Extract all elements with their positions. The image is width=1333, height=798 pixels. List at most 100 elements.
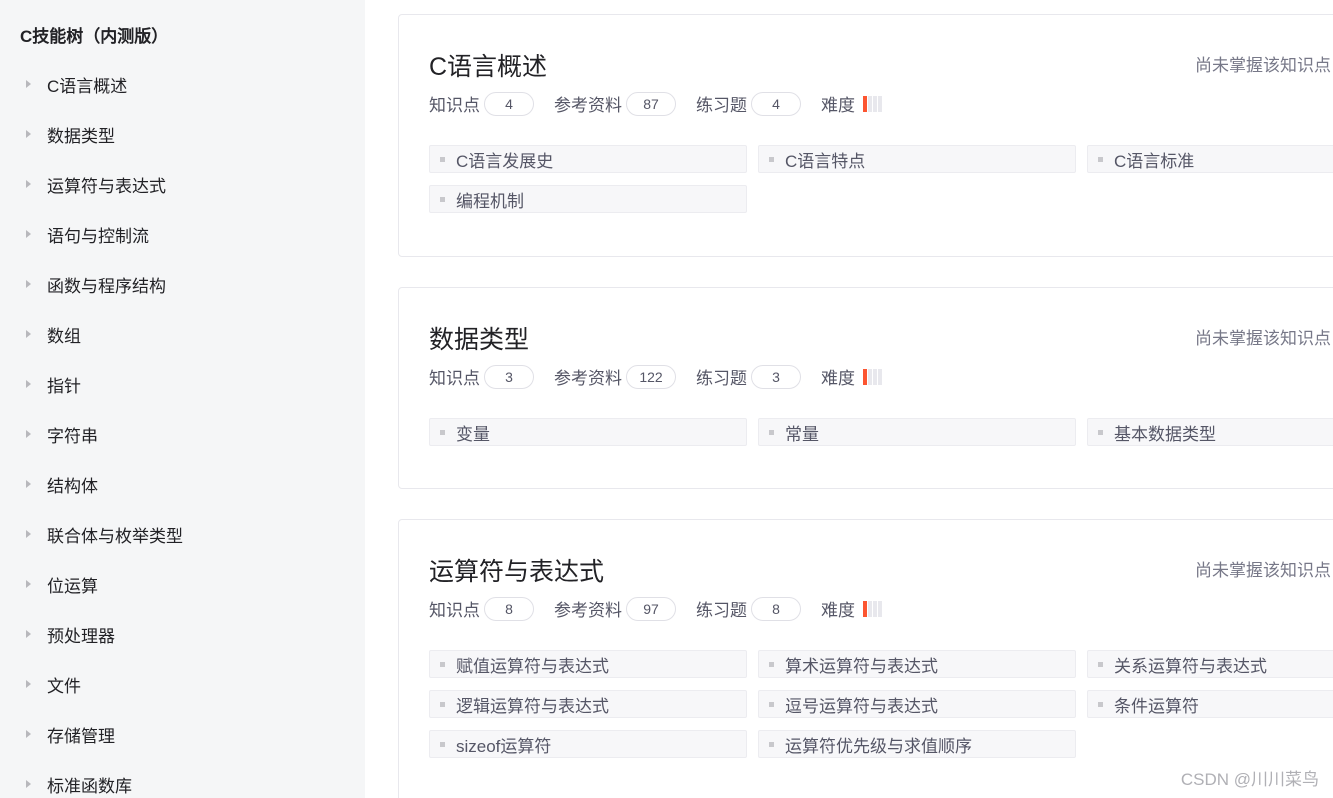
sidebar-item[interactable]: 函数与程序结构 bbox=[26, 271, 166, 297]
difficulty-bar bbox=[878, 368, 882, 385]
references-count: 97 bbox=[626, 596, 676, 621]
knowledge-chip[interactable]: 算术运算符与表达式 bbox=[758, 650, 1076, 678]
bullet-icon bbox=[1098, 156, 1103, 162]
card-title[interactable]: 运算符与表达式 bbox=[429, 552, 604, 588]
sidebar-item-label: 位运算 bbox=[47, 576, 98, 596]
bullet-icon bbox=[1098, 429, 1103, 435]
knowledge-chip[interactable]: 基本数据类型 bbox=[1087, 418, 1333, 446]
card-title[interactable]: C语言概述 bbox=[429, 47, 547, 83]
caret-right-icon bbox=[26, 330, 31, 338]
knowledge-chip[interactable]: 变量 bbox=[429, 418, 747, 446]
knowledge-label: 知识点 bbox=[429, 369, 480, 388]
mastery-status: 尚未掌握该知识点 bbox=[1195, 561, 1331, 580]
difficulty-bar bbox=[868, 95, 872, 112]
bullet-icon bbox=[440, 429, 445, 435]
knowledge-chip-label: 变量 bbox=[456, 424, 490, 444]
knowledge-chip-label: 逻辑运算符与表达式 bbox=[456, 696, 609, 716]
caret-right-icon bbox=[26, 430, 31, 438]
knowledge-chip[interactable]: 逻辑运算符与表达式 bbox=[429, 690, 747, 718]
sidebar-item-label: 数据类型 bbox=[47, 126, 115, 146]
sidebar-item-label: 存储管理 bbox=[47, 726, 115, 746]
sidebar-item[interactable]: 指针 bbox=[26, 371, 81, 397]
difficulty-label: 难度 bbox=[821, 96, 855, 115]
knowledge-label: 知识点 bbox=[429, 601, 480, 620]
knowledge-chip-label: 常量 bbox=[785, 424, 819, 444]
difficulty-bar bbox=[878, 600, 882, 617]
knowledge-chip[interactable]: 常量 bbox=[758, 418, 1076, 446]
sidebar-title: C技能树（内测版） bbox=[20, 27, 169, 46]
knowledge-chip[interactable]: 赋值运算符与表达式 bbox=[429, 650, 747, 678]
sidebar-item[interactable]: 数据类型 bbox=[26, 121, 115, 147]
watermark: CSDN @川川菜鸟 bbox=[1180, 770, 1319, 789]
sidebar-item[interactable]: C语言概述 bbox=[26, 71, 127, 97]
knowledge-chip-label: 条件运算符 bbox=[1114, 696, 1199, 716]
sidebar-item[interactable]: 存储管理 bbox=[26, 721, 115, 747]
exercises-label: 练习题 bbox=[696, 369, 747, 388]
sidebar-item-label: 指针 bbox=[47, 376, 81, 396]
bullet-icon bbox=[769, 741, 774, 747]
sidebar-item[interactable]: 文件 bbox=[26, 671, 81, 697]
sidebar-item[interactable]: 联合体与枚举类型 bbox=[26, 521, 183, 547]
knowledge-chip[interactable]: 条件运算符 bbox=[1087, 690, 1333, 718]
caret-right-icon bbox=[26, 230, 31, 238]
knowledge-chip[interactable]: 关系运算符与表达式 bbox=[1087, 650, 1333, 678]
knowledge-chip-label: 基本数据类型 bbox=[1114, 424, 1216, 444]
difficulty-meter bbox=[863, 95, 883, 112]
difficulty-label: 难度 bbox=[821, 601, 855, 620]
caret-right-icon bbox=[26, 130, 31, 138]
sidebar-item-label: 联合体与枚举类型 bbox=[47, 526, 183, 546]
sidebar: C技能树（内测版） C语言概述数据类型运算符与表达式 语句与控制流函数与程序结构数… bbox=[0, 0, 365, 798]
knowledge-chip[interactable]: C语言特点 bbox=[758, 145, 1076, 173]
knowledge-chip[interactable]: C语言发展史 bbox=[429, 145, 747, 173]
sidebar-item[interactable]: 运算符与表达式 bbox=[26, 171, 166, 197]
knowledge-chip[interactable]: 逗号运算符与表达式 bbox=[758, 690, 1076, 718]
bullet-icon bbox=[440, 701, 445, 707]
knowledge-chip-label: 关系运算符与表达式 bbox=[1114, 656, 1267, 676]
exercises-count: 8 bbox=[751, 596, 801, 621]
bullet-icon bbox=[440, 741, 445, 747]
mastery-status: 尚未掌握该知识点 bbox=[1195, 329, 1331, 348]
caret-right-icon bbox=[26, 380, 31, 388]
skill-card: C语言概述 尚未掌握该知识点 知识点 4 参考资料 87 练习题 4 难度 C语言发展史 C语言特点… bbox=[398, 14, 1333, 257]
difficulty-bar bbox=[873, 368, 877, 385]
knowledge-chip-label: C语言特点 bbox=[785, 151, 866, 171]
card-title[interactable]: 数据类型 bbox=[429, 320, 529, 356]
knowledge-chip-label: 逗号运算符与表达式 bbox=[785, 696, 938, 716]
sidebar-item-label: 标准函数库 bbox=[47, 776, 132, 796]
references-count: 122 bbox=[626, 364, 676, 389]
sidebar-item[interactable]: 数组 bbox=[26, 321, 81, 347]
card-meta: 知识点 3 参考资料 122 练习题 3 难度 bbox=[429, 364, 883, 389]
difficulty-meter bbox=[863, 600, 883, 617]
bullet-icon bbox=[769, 661, 774, 667]
knowledge-chip[interactable]: 编程机制 bbox=[429, 185, 747, 213]
difficulty-bar bbox=[868, 368, 872, 385]
caret-right-icon bbox=[26, 80, 31, 88]
sidebar-item[interactable]: 结构体 bbox=[26, 471, 98, 497]
sidebar-item-label: 文件 bbox=[47, 676, 81, 696]
sidebar-item[interactable]: 标准函数库 bbox=[26, 771, 132, 797]
knowledge-chip[interactable]: 运算符优先级与求值顺序 bbox=[758, 730, 1076, 758]
exercises-count: 3 bbox=[751, 364, 801, 389]
bullet-icon bbox=[1098, 661, 1103, 667]
sidebar-item[interactable]: 字符串 bbox=[26, 421, 98, 447]
sidebar-item-label: 语句与控制流 bbox=[47, 226, 149, 246]
difficulty-bar bbox=[873, 95, 877, 112]
sidebar-item[interactable]: 语句与控制流 bbox=[26, 221, 149, 247]
sidebar-item-label: 运算符与表达式 bbox=[47, 176, 166, 196]
references-label: 参考资料 bbox=[554, 96, 622, 115]
caret-right-icon bbox=[26, 580, 31, 588]
card-meta: 知识点 4 参考资料 87 练习题 4 难度 bbox=[429, 91, 883, 116]
knowledge-chip[interactable]: sizeof运算符 bbox=[429, 730, 747, 758]
knowledge-chip-label: sizeof运算符 bbox=[456, 736, 552, 756]
difficulty-meter bbox=[863, 368, 883, 385]
references-label: 参考资料 bbox=[554, 369, 622, 388]
knowledge-chip-label: C语言发展史 bbox=[456, 151, 554, 171]
sidebar-item[interactable]: 位运算 bbox=[26, 571, 98, 597]
difficulty-bar bbox=[868, 600, 872, 617]
skill-card: 运算符与表达式 尚未掌握该知识点 知识点 8 参考资料 97 练习题 8 难度 赋值运算符与表达式… bbox=[398, 519, 1333, 798]
difficulty-bar bbox=[863, 600, 867, 617]
knowledge-chip[interactable]: C语言标准 bbox=[1087, 145, 1333, 173]
caret-right-icon bbox=[26, 680, 31, 688]
sidebar-item[interactable]: 预处理器 bbox=[26, 621, 115, 647]
knowledge-count: 3 bbox=[484, 364, 534, 389]
